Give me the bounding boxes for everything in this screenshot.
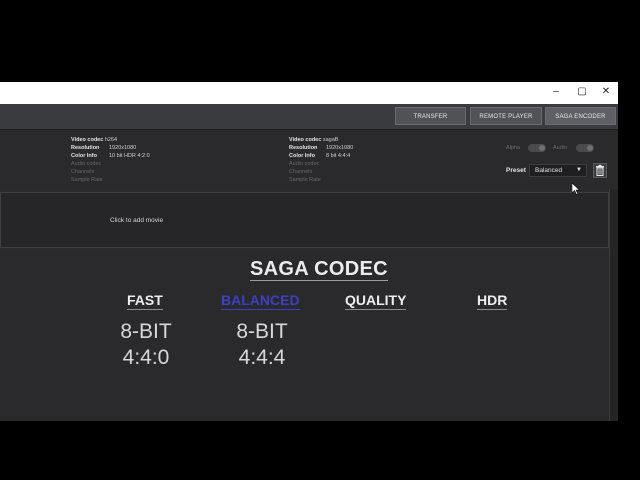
output-sample-rate-label: Sample Rate bbox=[289, 177, 321, 183]
source-channels-label: Channels bbox=[71, 169, 95, 175]
balanced-spec: 8-BIT 4:4:4 bbox=[227, 319, 297, 371]
source-video-codec-label: Video codec bbox=[71, 137, 104, 143]
trash-icon-glyph bbox=[596, 164, 604, 176]
preset-label: Preset bbox=[506, 167, 526, 174]
source-color-info: 10 bit HDR 4:2:0 bbox=[109, 153, 150, 159]
source-resolution-label: Resolution bbox=[71, 145, 100, 151]
audio-toggle[interactable] bbox=[576, 144, 594, 152]
source-color-info-label: Color Info bbox=[71, 153, 97, 159]
tab-hdr[interactable]: HDR bbox=[477, 292, 508, 310]
balanced-chroma: 4:4:4 bbox=[238, 346, 286, 369]
source-audio-codec-label: Audio codec bbox=[71, 161, 102, 167]
output-color-info: 8 bit 4:4:4 bbox=[326, 153, 351, 159]
output-resolution-label: Resolution bbox=[289, 145, 318, 151]
trash-icon[interactable] bbox=[593, 163, 607, 178]
add-movie-dropzone[interactable]: Click to add movie bbox=[0, 192, 609, 248]
balanced-bit-depth: 8-BIT bbox=[236, 320, 288, 343]
alpha-toggle[interactable] bbox=[528, 144, 546, 152]
transfer-button[interactable]: TRANSFER bbox=[395, 107, 466, 125]
saga-codec-title: SAGA CODEC bbox=[250, 258, 388, 281]
saga-codec-panel: SAGA CODEC FAST BALANCED QUALITY HDR 8-B… bbox=[0, 252, 609, 421]
fast-bit-depth: 8-BIT bbox=[120, 320, 172, 343]
source-resolution: 1920x1080 bbox=[109, 145, 137, 151]
file-info-panel: Video codec h264 Resolution 1920x1080 Col… bbox=[0, 130, 618, 189]
tab-fast[interactable]: FAST bbox=[127, 292, 163, 310]
alpha-label: Alpha bbox=[506, 145, 521, 151]
output-video-codec: sagaB bbox=[322, 137, 339, 143]
source-sample-rate-label: Sample Rate bbox=[71, 177, 103, 183]
output-color-info-label: Color Info bbox=[289, 153, 315, 159]
output-audio-codec-label: Audio codec bbox=[289, 161, 320, 167]
toolbar: TRANSFER REMOTE PLAYER SAGA ENCODER bbox=[0, 104, 618, 130]
add-movie-text: Click to add movie bbox=[110, 217, 164, 224]
preset-value: Balanced bbox=[535, 167, 563, 174]
scrollbar[interactable] bbox=[609, 189, 618, 421]
output-info: Video codec sagaB Resolution 1920x1080 Co… bbox=[289, 136, 353, 184]
output-channels-label: Channels bbox=[289, 169, 313, 175]
output-resolution: 1920x1080 bbox=[326, 145, 354, 151]
chevron-down-icon: ▼ bbox=[576, 167, 582, 173]
close-icon[interactable]: ✕ bbox=[599, 85, 613, 99]
source-info: Video codec h264 Resolution 1920x1080 Col… bbox=[71, 136, 150, 184]
source-video-codec: h264 bbox=[104, 137, 118, 143]
tab-balanced[interactable]: BALANCED bbox=[221, 292, 300, 310]
mouse-cursor-icon bbox=[572, 183, 580, 195]
saga-encoder-button[interactable]: SAGA ENCODER bbox=[545, 107, 616, 125]
minimize-icon[interactable]: – bbox=[549, 85, 563, 99]
fast-spec: 8-BIT 4:4:0 bbox=[111, 319, 181, 371]
tab-quality[interactable]: QUALITY bbox=[345, 292, 407, 310]
preset-select[interactable]: Balanced ▼ bbox=[529, 164, 587, 177]
output-video-codec-label: Video codec bbox=[289, 137, 322, 143]
audio-label: Audio bbox=[553, 145, 568, 151]
remote-player-button[interactable]: REMOTE PLAYER bbox=[470, 107, 542, 125]
fast-chroma: 4:4:0 bbox=[122, 346, 170, 369]
maximize-icon[interactable]: ▢ bbox=[575, 85, 589, 99]
title-bar: – ▢ ✕ bbox=[0, 82, 618, 104]
app-window: – ▢ ✕ TRANSFER REMOTE PLAYER SAGA ENCODE… bbox=[0, 82, 618, 421]
